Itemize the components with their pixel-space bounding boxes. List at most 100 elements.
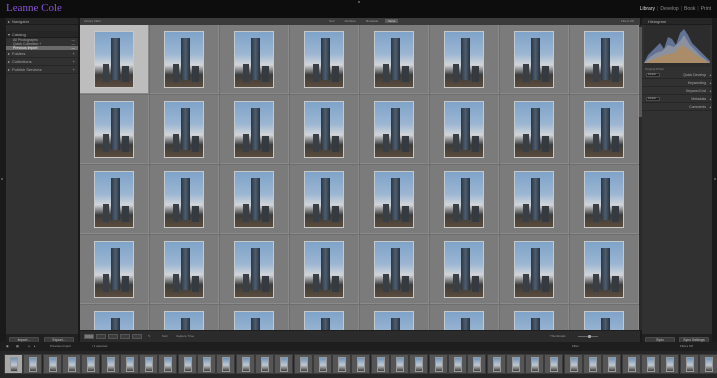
filter-tab-metadata[interactable]: Metadata	[363, 19, 382, 23]
photo-thumbnail-icon[interactable]	[514, 101, 554, 158]
grid-cell[interactable]	[570, 305, 639, 330]
right-panel-toggle-icon[interactable]	[714, 178, 716, 180]
grid-cell[interactable]	[220, 25, 289, 94]
loupe-view-button[interactable]	[96, 334, 106, 339]
grid-cell[interactable]	[290, 165, 359, 234]
preset-select[interactable]: Default	[646, 73, 660, 77]
grid-cell[interactable]	[290, 95, 359, 164]
grid-cell[interactable]	[500, 95, 569, 164]
preset-select[interactable]: Default	[646, 97, 660, 101]
spray-can-icon[interactable]: ✎	[148, 334, 151, 338]
filmstrip-thumbnail[interactable]	[544, 354, 564, 374]
photo-thumbnail-icon[interactable]	[374, 101, 414, 158]
grid-cell[interactable]	[220, 165, 289, 234]
grid-cell[interactable]	[80, 165, 149, 234]
grid-view-button[interactable]	[84, 334, 94, 339]
photo-thumbnail-icon[interactable]	[234, 101, 274, 158]
filmstrip-thumbnail[interactable]	[467, 354, 487, 374]
grid-cell[interactable]	[360, 95, 429, 164]
filmstrip-thumbnail[interactable]	[428, 354, 448, 374]
add-icon[interactable]: +	[73, 50, 75, 58]
photo-thumbnail-icon[interactable]	[444, 311, 484, 330]
grid-cell[interactable]	[570, 25, 639, 94]
photo-thumbnail-icon[interactable]	[164, 241, 204, 298]
module-print[interactable]: Print	[701, 6, 711, 12]
metadata-row[interactable]: Default Metadata ◂	[642, 95, 712, 103]
grid-cell[interactable]	[430, 235, 499, 304]
add-icon[interactable]: +	[73, 58, 75, 66]
filmstrip-thumbnail[interactable]	[602, 354, 622, 374]
filmstrip-thumbnail[interactable]	[583, 354, 602, 374]
filmstrip-thumbnail[interactable]	[81, 354, 101, 374]
photo-thumbnail-icon[interactable]	[164, 31, 204, 88]
grid-cell[interactable]	[360, 235, 429, 304]
grid-icon[interactable]: ▦	[16, 344, 19, 348]
photo-thumbnail-icon[interactable]	[94, 31, 134, 88]
filmstrip-thumbnail[interactable]	[4, 354, 23, 374]
photo-thumbnail-icon[interactable]	[584, 31, 624, 88]
photo-thumbnail-icon[interactable]	[374, 171, 414, 228]
grid-cell[interactable]	[430, 305, 499, 330]
photo-thumbnail-icon[interactable]	[514, 171, 554, 228]
photo-thumbnail-icon[interactable]	[374, 241, 414, 298]
grid-cell[interactable]	[150, 305, 219, 330]
grid-cell[interactable]	[500, 165, 569, 234]
photo-thumbnail-icon[interactable]	[94, 311, 134, 330]
filmstrip-thumbnail[interactable]	[235, 354, 255, 374]
photo-thumbnail-icon[interactable]	[94, 241, 134, 298]
photo-thumbnail-icon[interactable]	[584, 171, 624, 228]
grid-cell[interactable]	[220, 95, 289, 164]
grid-cell[interactable]	[360, 305, 429, 330]
photo-thumbnail-icon[interactable]	[304, 171, 344, 228]
grid-cell[interactable]	[80, 305, 149, 330]
photo-thumbnail-icon[interactable]	[584, 101, 624, 158]
filmstrip-thumbnail[interactable]	[332, 354, 352, 374]
thumbnail-size-slider[interactable]	[578, 335, 598, 338]
folders-header[interactable]: ▸ Folders +	[6, 50, 78, 58]
photo-thumbnail-icon[interactable]	[444, 101, 484, 158]
filmstrip-thumbnail[interactable]	[640, 354, 660, 374]
grid-cell[interactable]	[430, 25, 499, 94]
filmstrip-thumbnail[interactable]	[390, 354, 409, 374]
filmstrip-thumbnail[interactable]	[312, 354, 332, 374]
filmstrip-thumbnail[interactable]	[525, 354, 545, 374]
secondary-display-icon[interactable]: ▣	[6, 344, 9, 348]
back-arrow-icon[interactable]: ◂	[28, 344, 30, 348]
filmstrip-thumbnail[interactable]	[177, 354, 197, 374]
grid-cell[interactable]	[150, 165, 219, 234]
grid-cell[interactable]	[290, 305, 359, 330]
photo-thumbnail-icon[interactable]	[234, 171, 274, 228]
photo-thumbnail-icon[interactable]	[444, 171, 484, 228]
keyword-list-row[interactable]: Keyword List ◂	[642, 87, 712, 95]
grid-cell[interactable]	[290, 25, 359, 94]
filmstrip-thumbnail[interactable]	[197, 354, 216, 374]
grid-cell[interactable]	[150, 25, 219, 94]
top-panel-toggle-icon[interactable]	[358, 1, 360, 3]
grid-cell[interactable]	[220, 305, 289, 330]
filmstrip-thumbnail[interactable]	[23, 354, 43, 374]
module-develop[interactable]: Develop	[660, 6, 678, 12]
photo-thumbnail-icon[interactable]	[304, 31, 344, 88]
grid-cell[interactable]	[430, 95, 499, 164]
filmstrip-thumbnail[interactable]	[679, 354, 699, 374]
photo-thumbnail-icon[interactable]	[584, 311, 624, 330]
collections-header[interactable]: ▸ Collections +	[6, 58, 78, 66]
filmstrip-thumbnail[interactable]	[486, 354, 506, 374]
compare-view-button[interactable]	[108, 334, 118, 339]
grid-cell[interactable]	[290, 235, 359, 304]
filmstrip-thumbnail[interactable]	[621, 354, 641, 374]
photo-thumbnail-icon[interactable]	[514, 241, 554, 298]
grid-cell[interactable]	[80, 25, 149, 94]
comments-row[interactable]: Comments ◂	[642, 103, 712, 111]
filter-preset-select[interactable]: Filters Off	[621, 19, 634, 23]
photo-thumbnail-icon[interactable]	[164, 311, 204, 330]
filmstrip-thumbnail[interactable]	[698, 354, 717, 374]
catalog-header[interactable]: ▾ Catalog	[6, 31, 78, 38]
grid-cell[interactable]	[80, 235, 149, 304]
photo-thumbnail-icon[interactable]	[164, 171, 204, 228]
publish-services-header[interactable]: ▸ Publish Services +	[6, 66, 78, 74]
grid-cell[interactable]	[150, 235, 219, 304]
people-view-button[interactable]	[132, 334, 142, 339]
photo-thumbnail-icon[interactable]	[584, 241, 624, 298]
filmstrip-thumbnail[interactable]	[158, 354, 178, 374]
